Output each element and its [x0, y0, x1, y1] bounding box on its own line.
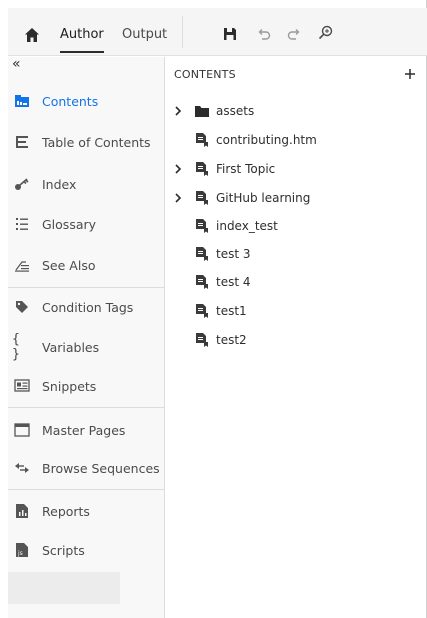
- topic-file-icon: [194, 302, 210, 320]
- topic-file-icon: [194, 331, 210, 349]
- find-replace-icon[interactable]: [316, 23, 336, 43]
- tag-icon: [12, 297, 32, 317]
- topic-file-icon: [194, 273, 210, 291]
- sidebar-item-browse-sequences[interactable]: Browse Sequences: [8, 449, 165, 487]
- sidebar-divider: [8, 489, 165, 490]
- chevron-right-icon[interactable]: [172, 188, 184, 208]
- browse-sequence-icon: [12, 458, 32, 478]
- sidebar-footer: [8, 572, 120, 604]
- toolbar-divider: [182, 16, 183, 48]
- topic-file-icon: [194, 160, 210, 178]
- redo-icon[interactable]: [284, 24, 304, 44]
- see-also-icon: [12, 255, 32, 275]
- sidebar-item-label: Table of Contents: [42, 134, 151, 150]
- sidebar-item-reports[interactable]: Reports: [8, 492, 165, 530]
- top-toolbar: Author Output: [8, 8, 427, 56]
- folder-icon: [194, 102, 210, 120]
- sidebar-item-contents[interactable]: Contents: [8, 82, 165, 120]
- app-window: Author Output « Contents Table of Conten…: [0, 0, 427, 618]
- braces-icon: { }: [12, 332, 20, 362]
- add-icon[interactable]: [400, 64, 420, 84]
- sidebar-item-condition-tags[interactable]: Condition Tags: [8, 288, 165, 326]
- save-icon[interactable]: [220, 24, 240, 44]
- chevron-right-icon[interactable]: [172, 159, 184, 179]
- reports-icon: [12, 501, 32, 521]
- topic-file-icon: [194, 131, 210, 149]
- master-page-icon: [12, 420, 32, 440]
- home-icon[interactable]: [22, 25, 42, 45]
- sidebar-item-label: Master Pages: [42, 422, 126, 438]
- tree-item-label: First Topic: [216, 162, 276, 176]
- sidebar: « Contents Table of Contents Index Gloss…: [8, 57, 165, 618]
- topic-file-icon: [194, 245, 210, 263]
- sidebar-item-label: Browse Sequences: [42, 460, 160, 476]
- sidebar-item-see-also[interactable]: See Also: [8, 246, 165, 284]
- sidebar-divider: [8, 407, 165, 408]
- tab-output[interactable]: Output: [122, 27, 178, 57]
- chevron-right-icon[interactable]: [172, 101, 184, 121]
- sidebar-item-scripts[interactable]: js Scripts: [8, 531, 165, 569]
- undo-icon[interactable]: [254, 24, 274, 44]
- sidebar-item-label: Glossary: [42, 216, 97, 232]
- sidebar-item-label: Scripts: [42, 542, 85, 558]
- collapse-sidebar-button[interactable]: «: [12, 57, 32, 73]
- sidebar-item-master-pages[interactable]: Master Pages: [8, 411, 165, 449]
- sidebar-item-label: Index: [42, 176, 77, 192]
- tab-author[interactable]: Author: [60, 27, 104, 57]
- scripts-icon: js: [12, 540, 32, 560]
- sidebar-item-variables[interactable]: { } Variables: [8, 328, 165, 366]
- tree-item-label: GitHub learning: [216, 191, 311, 205]
- topic-file-icon: [194, 189, 210, 207]
- contents-icon: [12, 91, 32, 111]
- tree-item-label: test2: [216, 333, 247, 347]
- tree-item-label: contributing.htm: [216, 133, 317, 147]
- toc-icon: [12, 132, 32, 152]
- sidebar-item-label: See Also: [42, 257, 96, 273]
- sidebar-item-glossary[interactable]: Glossary: [8, 205, 165, 243]
- topic-file-icon: [194, 217, 210, 235]
- glossary-icon: [12, 214, 32, 234]
- svg-text:js: js: [17, 550, 23, 557]
- tree-item-label: index_test: [216, 219, 278, 233]
- sidebar-item-label: Variables: [42, 339, 100, 355]
- sidebar-item-snippets[interactable]: Snippets: [8, 367, 165, 405]
- sidebar-item-table-of-contents[interactable]: Table of Contents: [8, 123, 165, 161]
- sidebar-item-label: Reports: [42, 503, 90, 519]
- sidebar-item-index[interactable]: Index: [8, 165, 165, 203]
- tree-item-label: test1: [216, 304, 247, 318]
- sidebar-item-label: Snippets: [42, 378, 97, 394]
- tree-item-label: test 3: [216, 247, 251, 261]
- tree-item-label: test 4: [216, 275, 251, 289]
- key-icon: [12, 174, 32, 194]
- sidebar-item-label: Condition Tags: [42, 299, 134, 315]
- sidebar-item-label: Contents: [42, 93, 99, 109]
- tree-item-label: assets: [216, 104, 255, 118]
- snippet-icon: [12, 376, 32, 396]
- panel-title: CONTENTS: [174, 68, 236, 81]
